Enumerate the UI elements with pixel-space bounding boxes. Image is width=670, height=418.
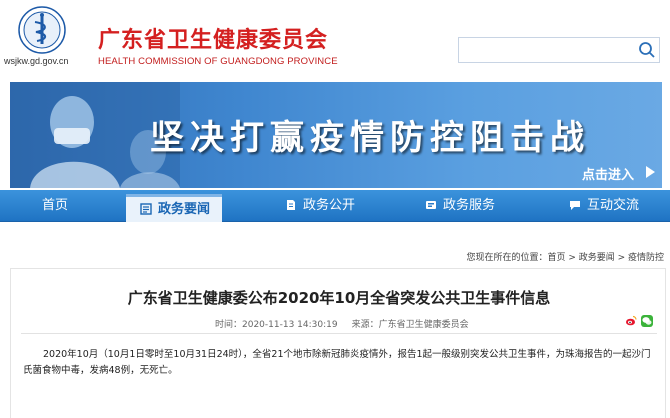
nav-item-label: 互动交流 [587,198,640,213]
nav-item-news[interactable]: 政务要闻 [126,194,222,222]
divider [21,333,657,334]
nav-item-gov-open[interactable]: 政务公开 [285,190,355,222]
nav-item-gov-service[interactable]: 政务服务 [425,190,495,222]
main-nav: 首页 政务要闻 政务公开 政务服务 互动交流 [0,190,670,222]
nav-item-label: 首页 [42,198,69,213]
article-source: 来源：广东省卫生健康委员会 [351,320,469,330]
weibo-icon[interactable] [625,315,637,327]
emblem-logo[interactable] [18,6,66,54]
nav-item-interaction[interactable]: 互动交流 [569,190,639,222]
article-title: 广东省卫生健康委公布2020年10月全省突发公共卫生事件信息 [127,289,551,307]
news-icon [140,202,152,215]
banner[interactable]: 坚决打赢疫情防控阻击战 点击进入 [10,82,662,188]
nav-item-label: 政务服务 [443,198,496,213]
breadcrumb-path[interactable]: 首页 > 政务要闻 > 疫情防控 [547,253,664,263]
nav-item-label: 政务公开 [303,198,356,213]
document-icon [287,199,295,210]
nav-item-label: 政务要闻 [158,202,211,217]
site-title[interactable]: 广东省卫生健康委员会 [98,22,328,54]
breadcrumb: 您现在所在的位置：首页 > 政务要闻 > 疫情防控 [466,250,664,263]
article-panel: 广东省卫生健康委公布2020年10月全省突发公共卫生事件信息 时间：2020-1… [10,268,666,418]
site-title-english: HEALTH COMMISSION OF GUANGDONG PROVINCE [98,56,338,67]
site-header: wsjkw.gd.gov.cn 广东省卫生健康委员会 HEALTH COMMIS… [0,0,670,82]
wechat-icon[interactable] [641,315,653,327]
site-url: wsjkw.gd.gov.cn [4,56,69,66]
breadcrumb-bar: 您现在所在的位置：首页 > 政务要闻 > 疫情防控 [0,222,670,268]
article-meta: 时间：2020-11-13 14:30:19 来源：广东省卫生健康委员会 [215,317,469,330]
search-input[interactable] [458,37,660,63]
nav-item-home[interactable]: 首页 [42,190,68,222]
banner-enter-link[interactable]: 点击进入 [582,164,634,183]
article-body: 2020年10月（10月1日零时至10月31日24时），全省21个地市除新冠肺炎… [23,349,651,376]
banner-slogan: 坚决打赢疫情防控阻击战 [150,118,590,158]
search-icon[interactable] [638,41,656,59]
breadcrumb-prefix: 您现在所在的位置： [466,253,548,263]
service-icon [426,200,436,209]
article-time: 时间：2020-11-13 14:30:19 [215,320,338,330]
chat-icon [570,200,580,210]
play-arrow-icon[interactable] [646,166,655,178]
